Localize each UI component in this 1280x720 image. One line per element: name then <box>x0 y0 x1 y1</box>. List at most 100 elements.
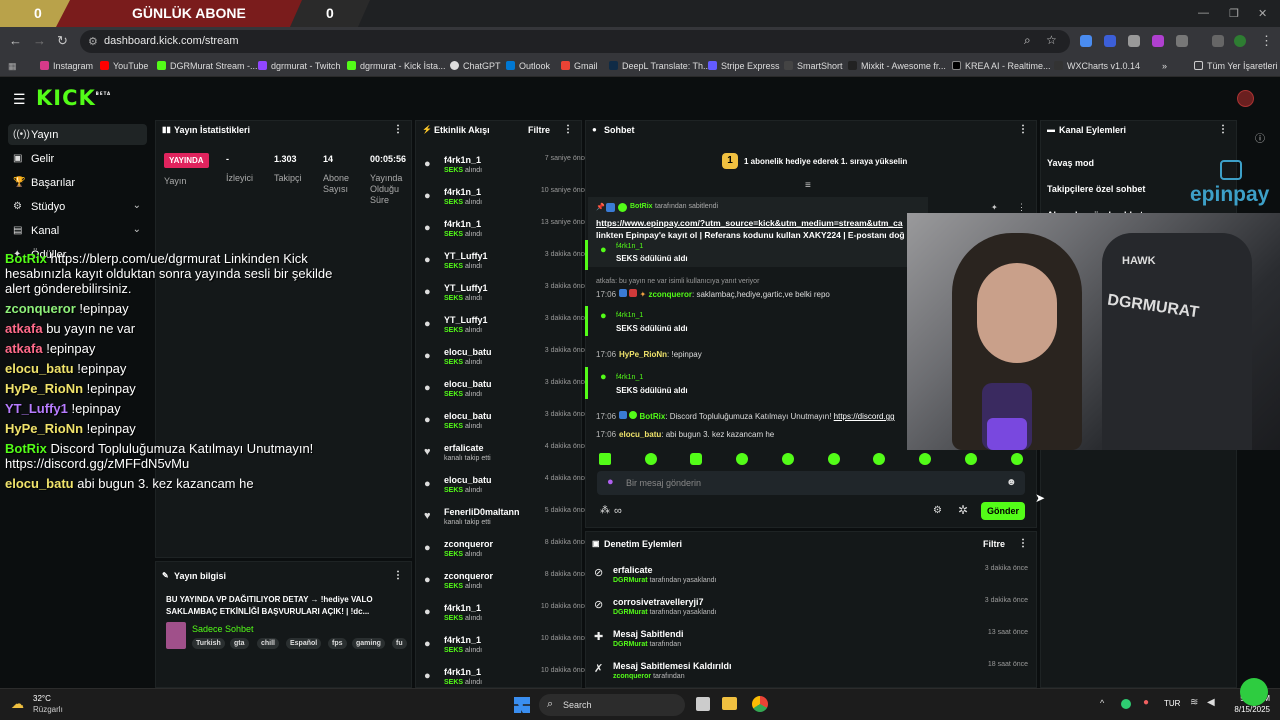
menu-dots-icon[interactable]: ⋮ <box>1018 538 1028 549</box>
chevron-down-icon[interactable]: ⌄ <box>133 200 141 211</box>
emote-icon[interactable] <box>965 453 977 465</box>
emote-icon[interactable] <box>919 453 931 465</box>
bookmark-item[interactable]: Stripe Express <box>708 61 780 71</box>
emote-icon[interactable] <box>828 453 840 465</box>
collapse-icon[interactable]: ≡ <box>805 180 811 191</box>
reward-user[interactable]: f4rk1n_1 <box>616 243 643 250</box>
send-button[interactable]: Gönder <box>981 502 1025 520</box>
nav-item-basarilar[interactable]: 🏆 Başarılar <box>8 172 147 193</box>
bookmark-item[interactable]: dgrmurat - Kick İsta... <box>347 61 446 71</box>
media-icon[interactable] <box>1212 35 1224 47</box>
emoji-icon[interactable]: ☻ <box>1006 477 1017 488</box>
chevron-down-icon[interactable]: ⌄ <box>133 224 141 235</box>
slow-mode-toggle-label[interactable]: Yavaş mod <box>1047 158 1094 168</box>
temperature[interactable]: 32°C <box>33 694 51 703</box>
clock-date[interactable]: 8/15/2025 <box>1210 705 1270 714</box>
chat-input[interactable]: ● Bir mesaj gönderin ☻ <box>597 471 1025 495</box>
emote-icon[interactable] <box>873 453 885 465</box>
bookmark-item[interactable]: dgrmurat - Twitch <box>258 61 340 71</box>
emote-icon[interactable] <box>599 453 611 465</box>
url-bar[interactable]: ⚙ dashboard.kick.com/stream ⌕ ☆ <box>80 30 1070 53</box>
extension-icon[interactable] <box>1152 35 1164 47</box>
task-view-icon[interactable] <box>696 697 710 711</box>
nav-item-kanal[interactable]: ▤ Kanal ⌄ <box>8 220 147 241</box>
more-bookmarks-icon[interactable]: » <box>1162 61 1167 71</box>
extension-icon[interactable] <box>1104 35 1116 47</box>
windows-start-icon[interactable] <box>514 697 530 713</box>
bookmark-item[interactable]: Mixkit - Awesome fr... <box>848 61 946 71</box>
tag[interactable]: Turkish <box>192 638 225 649</box>
emote-icon[interactable] <box>645 453 657 465</box>
tag[interactable]: Español <box>286 638 322 649</box>
site-info-icon[interactable]: ⚙ <box>88 35 98 48</box>
bookmark-item[interactable]: WXCharts v1.0.14 <box>1054 61 1140 71</box>
nav-item-gelir[interactable]: ▣ Gelir <box>8 148 147 169</box>
hamburger-menu-icon[interactable]: ☰ <box>13 91 26 108</box>
tag[interactable]: gta <box>230 638 249 649</box>
category-name[interactable]: Sadece Sohbet <box>192 624 254 634</box>
puzzle-icon[interactable] <box>1176 35 1188 47</box>
forward-icon[interactable]: → <box>33 33 46 48</box>
emote-icon[interactable] <box>1011 453 1023 465</box>
floating-app-icon[interactable] <box>1240 678 1268 706</box>
menu-dots-icon[interactable]: ⋮ <box>393 570 403 581</box>
reload-icon[interactable]: ↻ <box>57 33 68 49</box>
emote-icon[interactable] <box>782 453 794 465</box>
language-indicator[interactable]: TUR <box>1164 699 1180 708</box>
bookmark-item[interactable]: Instagram <box>40 61 93 71</box>
bookmark-item[interactable]: YouTube <box>100 61 148 71</box>
wifi-icon[interactable]: ≋ <box>1190 697 1198 708</box>
settings-icon[interactable]: ⚙ <box>933 505 942 516</box>
url-text[interactable]: dashboard.kick.com/stream <box>104 35 239 47</box>
file-explorer-icon[interactable] <box>722 697 737 710</box>
microphone-icon[interactable]: ● <box>1143 697 1149 708</box>
menu-dots-icon[interactable]: ⋮ <box>393 124 403 135</box>
pinned-by-user[interactable]: BotRix <box>630 203 653 210</box>
users-icon[interactable]: ✲ <box>958 503 968 517</box>
bookmark-item[interactable]: DGRMurat Stream -... <box>157 61 258 71</box>
tag[interactable]: gaming <box>352 638 385 649</box>
bookmark-item[interactable]: Outlook <box>506 61 550 71</box>
reward-user[interactable]: f4rk1n_1 <box>616 312 643 319</box>
bookmark-item[interactable]: SmartShort <box>784 61 843 71</box>
user-avatar[interactable] <box>1237 90 1254 107</box>
info-icon[interactable]: ⓘ <box>1255 130 1265 145</box>
nav-item-yayin[interactable]: ((•)) Yayın <box>8 124 147 145</box>
profile-avatar[interactable] <box>1234 35 1246 47</box>
filter-button[interactable]: Filtre <box>983 539 1005 549</box>
bookmark-item[interactable]: ChatGPT <box>450 61 501 71</box>
minimize-icon[interactable]: — <box>1198 7 1209 19</box>
reward-user[interactable]: f4rk1n_1 <box>616 374 643 381</box>
emote-icon[interactable] <box>736 453 748 465</box>
emote-icon[interactable] <box>690 453 702 465</box>
bookmark-item[interactable]: KREA AI - Realtime... <box>952 61 1051 71</box>
menu-dots-icon[interactable]: ⋮ <box>1018 124 1028 135</box>
tag[interactable]: fps <box>328 638 347 649</box>
taskbar-search[interactable]: ⌕ Search <box>539 694 685 716</box>
bookmark-item[interactable]: DeepL Translate: Th... <box>609 61 711 71</box>
star-icon[interactable]: ☆ <box>1046 33 1057 47</box>
taskbar-search-label[interactable]: Search <box>563 700 592 710</box>
filter-button[interactable]: Filtre <box>528 125 550 135</box>
chat-input-placeholder[interactable]: Bir mesaj gönderin <box>626 478 701 488</box>
weather-status[interactable]: Rüzgarlı <box>33 705 63 714</box>
tray-app-icon[interactable] <box>1121 699 1131 709</box>
chevron-up-icon[interactable]: ^ <box>1100 698 1104 708</box>
menu-dots-icon[interactable]: ⋮ <box>1017 202 1026 213</box>
kick-logo[interactable]: KICKBETA <box>36 86 111 110</box>
followers-only-toggle-label[interactable]: Takipçilere özel sohbet <box>1047 184 1145 194</box>
search-icon[interactable]: ⌕ <box>1024 33 1031 48</box>
chrome-icon[interactable] <box>752 696 768 712</box>
tag[interactable]: fu <box>392 638 407 649</box>
bookmark-item[interactable]: Gmail <box>561 61 598 71</box>
extension-icon[interactable] <box>1080 35 1092 47</box>
back-icon[interactable]: ← <box>9 33 22 48</box>
close-icon[interactable]: ✕ <box>1258 7 1267 20</box>
shield-icon[interactable] <box>1128 35 1140 47</box>
category-thumbnail[interactable] <box>166 622 186 649</box>
gift-leaderboard-banner[interactable]: 1 abonelik hediye ederek 1. sıraya yükse… <box>744 157 907 166</box>
menu-dots-icon[interactable]: ⋮ <box>563 124 573 135</box>
pinned-link[interactable]: https://www.epinpay.com/?utm_source=kick… <box>596 218 903 228</box>
nav-item-studyo[interactable]: ⚙ Stüdyo ⌄ <box>8 196 147 217</box>
all-bookmarks[interactable]: Tüm Yer İşaretleri <box>1194 61 1278 71</box>
